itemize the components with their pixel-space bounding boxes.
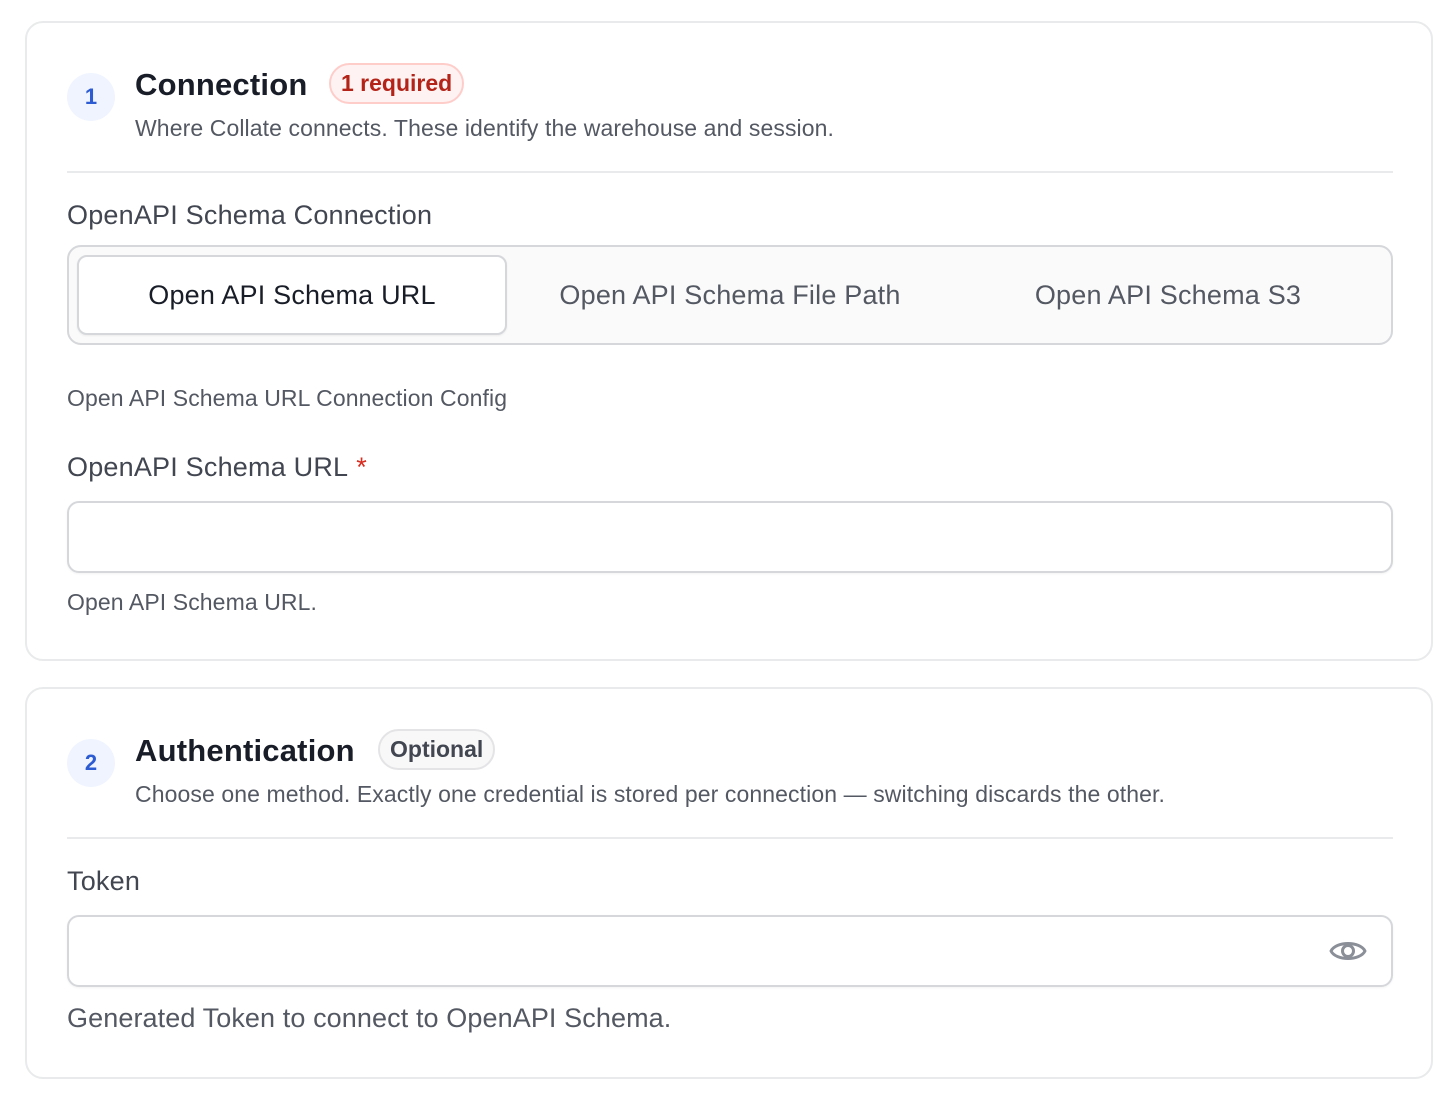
schema-url-input[interactable] xyxy=(67,501,1393,573)
config-caption: Open API Schema URL Connection Config xyxy=(67,385,508,411)
option-schema-url[interactable]: Open API Schema URL xyxy=(77,255,507,335)
section-divider xyxy=(67,171,1393,173)
required-badge: 1 required xyxy=(329,63,465,104)
option-schema-file-path[interactable]: Open API Schema File Path xyxy=(515,255,945,335)
schema-connection-label: OpenAPI Schema Connection xyxy=(67,200,433,230)
section-divider xyxy=(67,837,1393,839)
optional-badge: Optional xyxy=(378,729,496,770)
connection-card: 1 Connection 1 required Where Collate co… xyxy=(25,21,1433,661)
token-input[interactable] xyxy=(67,915,1393,987)
section-title: Connection xyxy=(135,67,308,102)
schema-url-label: OpenAPI Schema URL * xyxy=(67,452,367,483)
section-title: Authentication xyxy=(135,733,355,768)
step-number: 1 xyxy=(67,73,115,121)
toggle-visibility-button[interactable] xyxy=(1326,929,1370,973)
token-hint: Generated Token to connect to OpenAPI Sc… xyxy=(67,1003,672,1033)
option-schema-s3[interactable]: Open API Schema S3 xyxy=(953,255,1383,335)
eye-icon xyxy=(1329,942,1367,960)
authentication-card: 2 Authentication Optional Choose one met… xyxy=(25,687,1433,1079)
token-label: Token xyxy=(67,866,141,896)
step-number: 2 xyxy=(67,739,115,787)
section-description: Choose one method. Exactly one credentia… xyxy=(135,781,1166,807)
schema-url-label-text: OpenAPI Schema URL xyxy=(67,452,349,482)
schema-connection-selector: Open API Schema URL Open API Schema File… xyxy=(67,245,1393,345)
schema-url-hint: Open API Schema URL. xyxy=(67,589,318,615)
section-description: Where Collate connects. These identify t… xyxy=(135,115,835,141)
required-asterisk: * xyxy=(356,452,367,482)
